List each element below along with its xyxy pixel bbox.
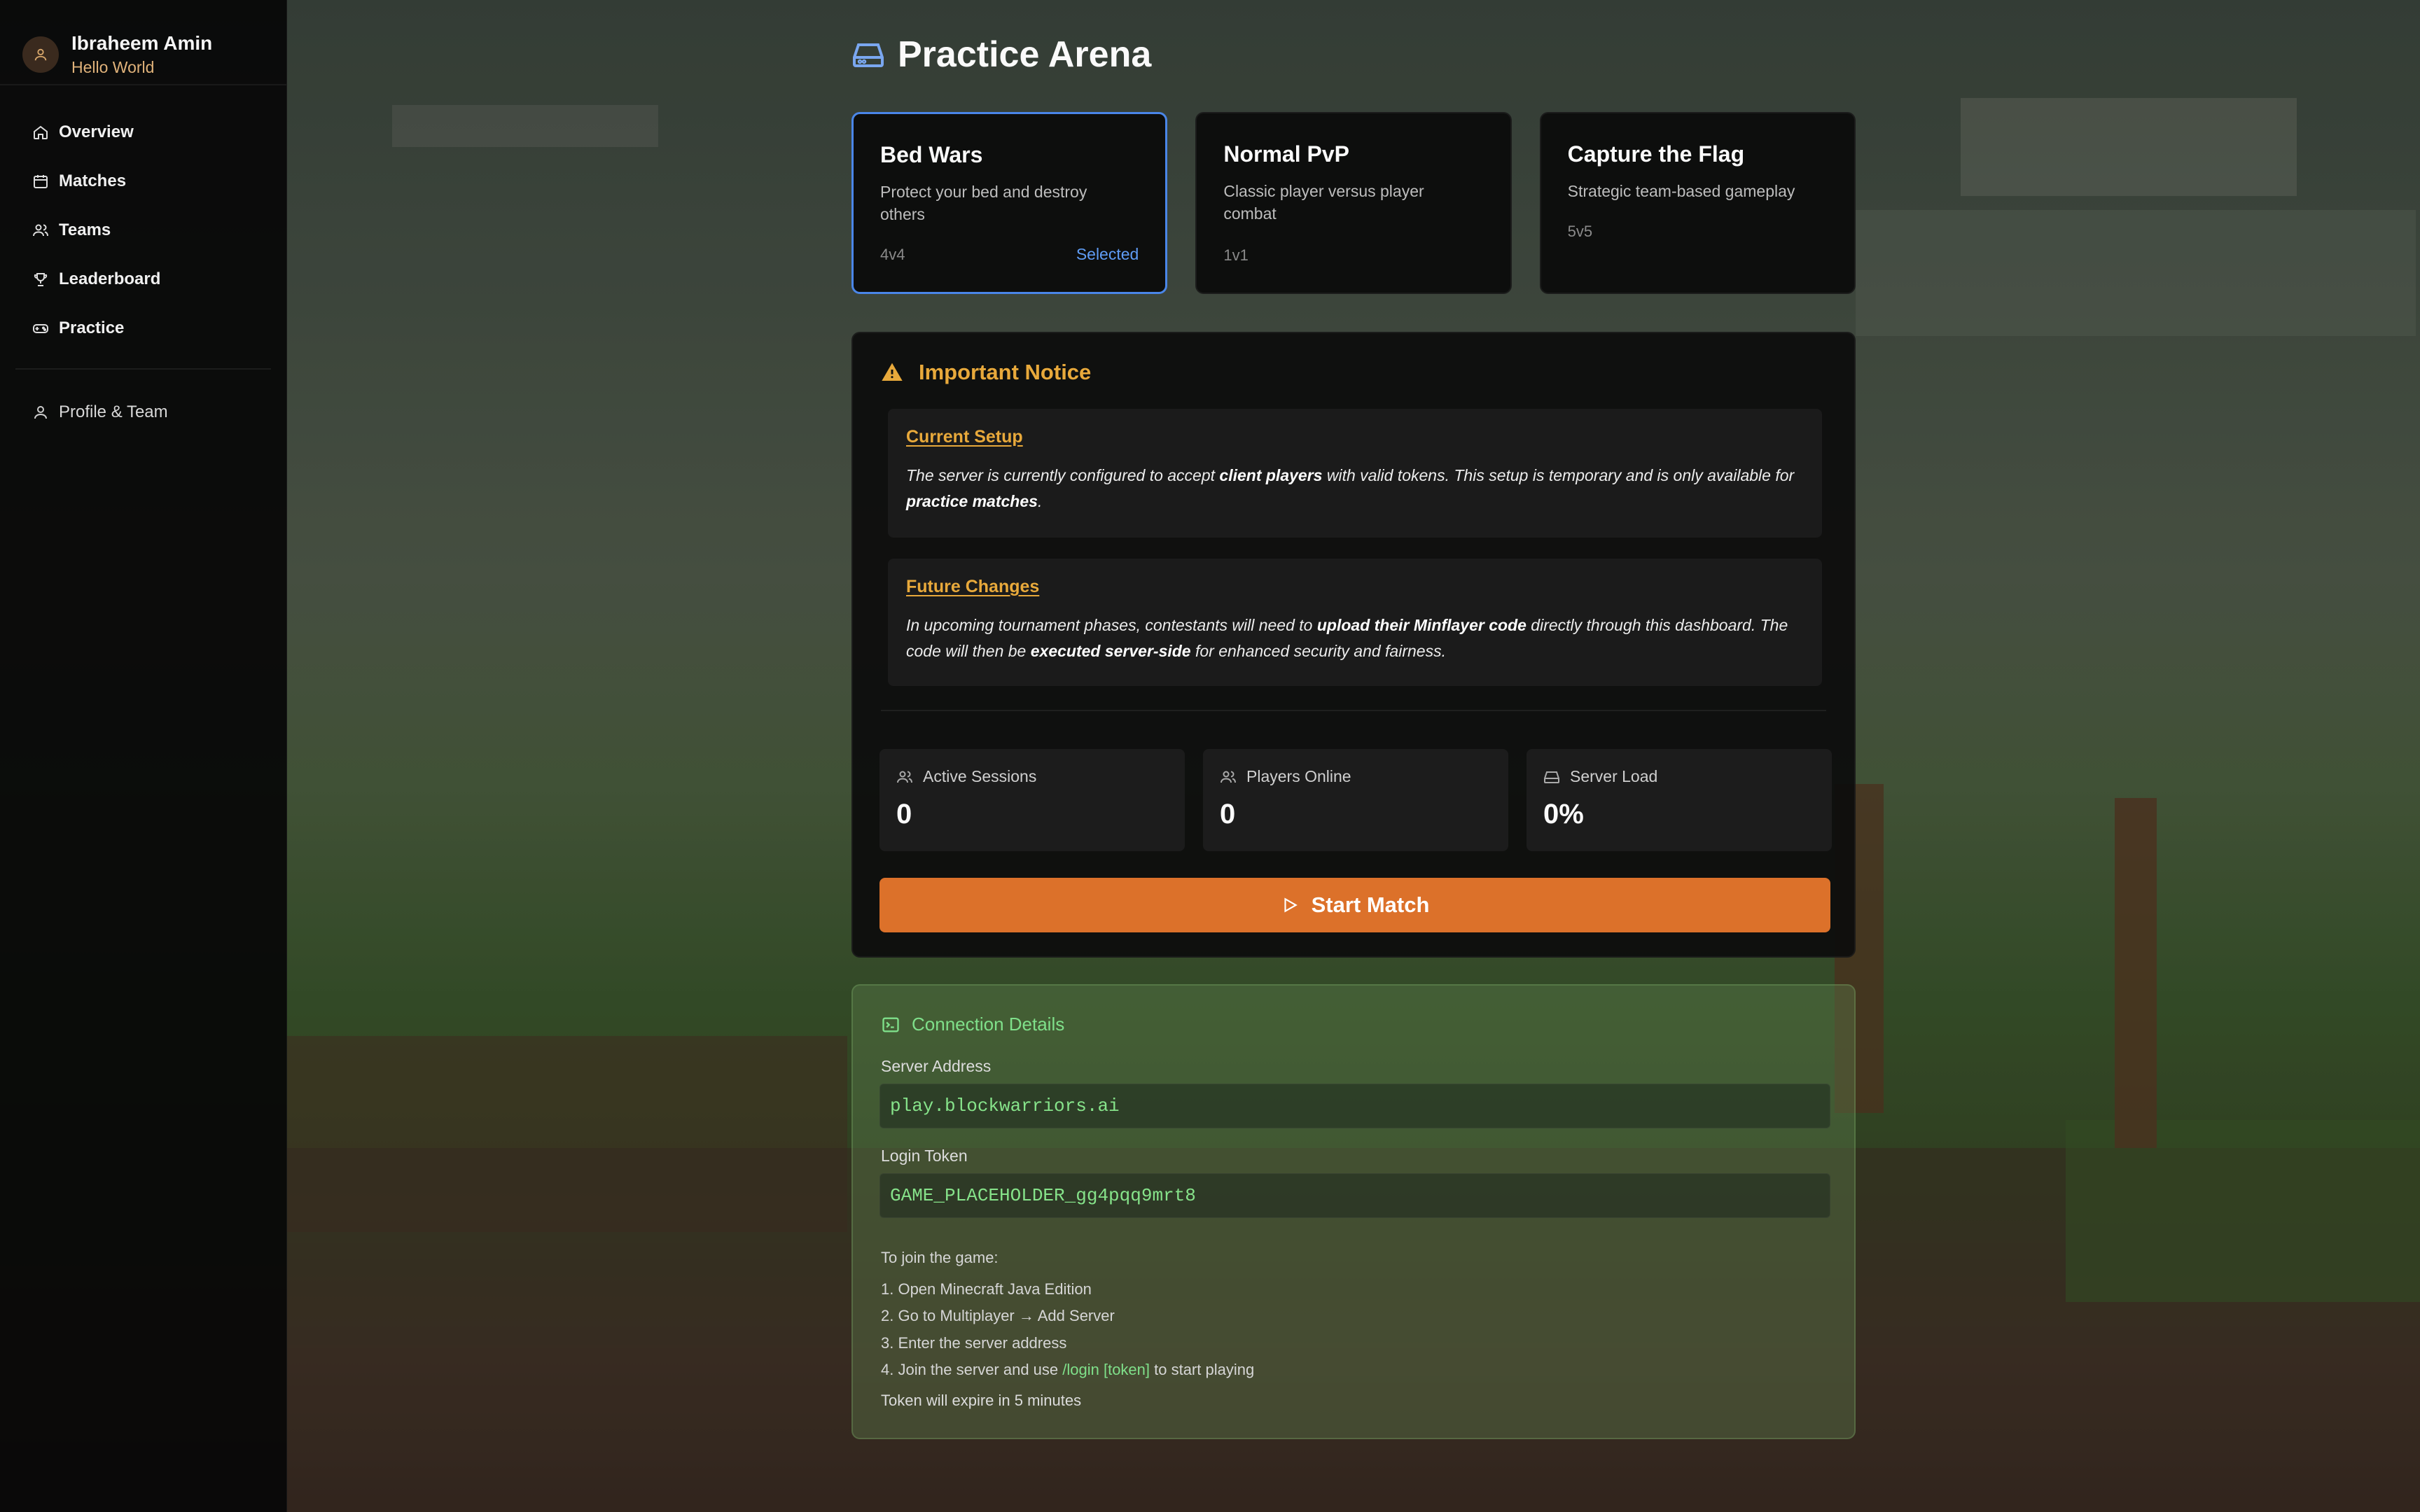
page-title: Practice Arena xyxy=(898,34,1152,75)
future-changes-box: Future Changes In upcoming tournament ph… xyxy=(888,559,1822,686)
mode-size: 1v1 xyxy=(1223,246,1249,264)
mode-card-normal-pvp[interactable]: Normal PvP Classic player versus player … xyxy=(1195,112,1512,294)
stat-label: Server Load xyxy=(1570,767,1658,785)
mode-description: Classic player versus player combat xyxy=(1223,182,1424,223)
instruction-step: 2. Go to Multiplayer → Add Server xyxy=(881,1307,1115,1324)
login-command: /login [token] xyxy=(1062,1361,1150,1378)
gamepad-icon xyxy=(33,324,48,333)
trophy-icon xyxy=(34,273,48,286)
users-icon xyxy=(897,771,912,783)
mode-description: Protect your bed and destroy others xyxy=(880,183,1087,223)
sidebar-item-profile-team[interactable]: Profile & Team xyxy=(0,388,286,437)
mode-size: 5v5 xyxy=(1567,223,1593,240)
play-icon xyxy=(1284,897,1298,913)
mode-title: Bed Wars xyxy=(880,142,983,167)
user-subtitle: Hello World xyxy=(71,58,155,76)
connection-details-panel: Connection Details Server Address play.b… xyxy=(851,984,1856,1439)
text-segment: The server is currently configured to ac… xyxy=(906,466,1220,484)
user-name: Ibraheem Amin xyxy=(71,32,213,54)
sidebar-item-teams[interactable]: Teams xyxy=(0,206,286,255)
current-setup-title: Current Setup xyxy=(906,427,1023,447)
mode-card-bed-wars[interactable]: Bed Wars Protect your bed and destroy ot… xyxy=(851,112,1168,294)
hard-drive-icon xyxy=(1544,771,1559,783)
stat-label: Active Sessions xyxy=(923,767,1037,785)
stat-value: 0 xyxy=(1220,799,1236,830)
mode-description: Strategic team-based gameplay xyxy=(1567,182,1795,200)
sidebar-item-label: Leaderboard xyxy=(59,270,161,288)
text-segment: In upcoming tournament phases, contestan… xyxy=(906,616,1317,634)
server-address-field[interactable]: play.blockwarriors.ai xyxy=(879,1084,1830,1128)
selected-badge: Selected xyxy=(1076,245,1139,263)
mode-size: 4v4 xyxy=(880,246,905,263)
instruction-step: 3. Enter the server address xyxy=(881,1334,1067,1352)
user-profile[interactable]: Ibraheem Amin Hello World xyxy=(0,0,286,85)
instruction-step: 1. Open Minecraft Java Edition xyxy=(881,1280,1092,1298)
connection-header: Connection Details xyxy=(881,1014,1064,1035)
notice-title: Important Notice xyxy=(919,360,1092,384)
users-icon xyxy=(1221,771,1236,783)
sidebar-item-practice[interactable]: Practice xyxy=(0,304,286,353)
home-icon xyxy=(34,125,48,139)
game-mode-list: Bed Wars Protect your bed and destroy ot… xyxy=(851,112,1856,294)
sidebar-item-label: Overview xyxy=(59,122,134,141)
text-segment: for enhanced security and fairness. xyxy=(1190,642,1446,660)
join-instructions: To join the game: 1. Open Minecraft Java… xyxy=(881,1245,1254,1384)
divider xyxy=(881,710,1826,711)
terminal-icon xyxy=(882,1017,899,1032)
notice-header: Important Notice xyxy=(881,360,1091,385)
sidebar-item-leaderboard[interactable]: Leaderboard xyxy=(0,255,286,304)
avatar[interactable] xyxy=(22,36,59,73)
users-icon xyxy=(33,224,48,237)
sidebar-item-matches[interactable]: Matches xyxy=(0,157,286,206)
current-setup-box: Current Setup The server is currently co… xyxy=(888,409,1822,538)
warning-icon xyxy=(882,363,903,381)
server-address-label: Server Address xyxy=(881,1057,992,1075)
sidebar: Ibraheem Amin Hello World Overview Match… xyxy=(0,0,287,1512)
notice-panel: Important Notice Current Setup The serve… xyxy=(851,332,1856,958)
sidebar-nav: Overview Matches Teams Leaderboard Pract… xyxy=(0,85,286,437)
text-segment: . xyxy=(1037,492,1043,510)
stat-value: 0 xyxy=(896,799,912,830)
text-emphasis: practice matches xyxy=(906,492,1038,510)
future-changes-title: Future Changes xyxy=(906,577,1040,596)
stat-label: Players Online xyxy=(1246,767,1351,785)
calendar-icon xyxy=(34,175,48,188)
sidebar-item-label: Profile & Team xyxy=(59,402,168,421)
future-changes-text: In upcoming tournament phases, contestan… xyxy=(906,612,1804,664)
mode-title: Normal PvP xyxy=(1223,141,1349,167)
mode-card-capture-the-flag[interactable]: Capture the Flag Strategic team-based ga… xyxy=(1539,112,1856,294)
sidebar-item-label: Practice xyxy=(59,318,125,337)
token-expiry-text: Token will expire in 5 minutes xyxy=(881,1392,1082,1409)
page-header: Practice Arena xyxy=(851,32,1151,77)
mode-title: Capture the Flag xyxy=(1567,141,1745,167)
text-emphasis: client players xyxy=(1219,466,1323,484)
login-token-label: Login Token xyxy=(881,1147,968,1165)
start-match-button[interactable]: Start Match xyxy=(879,878,1830,932)
stat-active-sessions: Active Sessions 0 xyxy=(879,749,1185,851)
sidebar-divider xyxy=(15,368,271,370)
stat-value: 0% xyxy=(1543,799,1584,830)
sidebar-item-overview[interactable]: Overview xyxy=(0,108,286,157)
login-token-field[interactable]: GAME_PLACEHOLDER_gg4pqq9mrt8 xyxy=(879,1173,1830,1218)
text-emphasis: upload their Minflayer code xyxy=(1316,616,1527,634)
user-icon xyxy=(34,48,47,61)
sidebar-item-label: Matches xyxy=(59,172,127,190)
stat-players-online: Players Online 0 xyxy=(1203,749,1508,851)
text-segment: 4. Join the server and use xyxy=(881,1361,1063,1378)
text-segment: to start playing xyxy=(1150,1361,1255,1378)
text-emphasis: executed server-side xyxy=(1030,642,1191,660)
hard-drive-icon xyxy=(853,43,884,67)
current-setup-text: The server is currently configured to ac… xyxy=(906,463,1804,514)
instructions-title: To join the game: xyxy=(881,1249,999,1266)
instruction-step: 4. Join the server and use /login [token… xyxy=(881,1357,1254,1384)
text-segment: with valid tokens. This setup is tempora… xyxy=(1322,466,1795,484)
stats-row: Active Sessions 0 Players Online 0 Serve… xyxy=(879,749,1832,851)
user-icon xyxy=(34,406,47,419)
stat-server-load: Server Load 0% xyxy=(1527,749,1832,851)
start-match-label: Start Match xyxy=(1311,892,1430,917)
sidebar-item-label: Teams xyxy=(59,220,111,239)
connection-title: Connection Details xyxy=(912,1014,1065,1035)
